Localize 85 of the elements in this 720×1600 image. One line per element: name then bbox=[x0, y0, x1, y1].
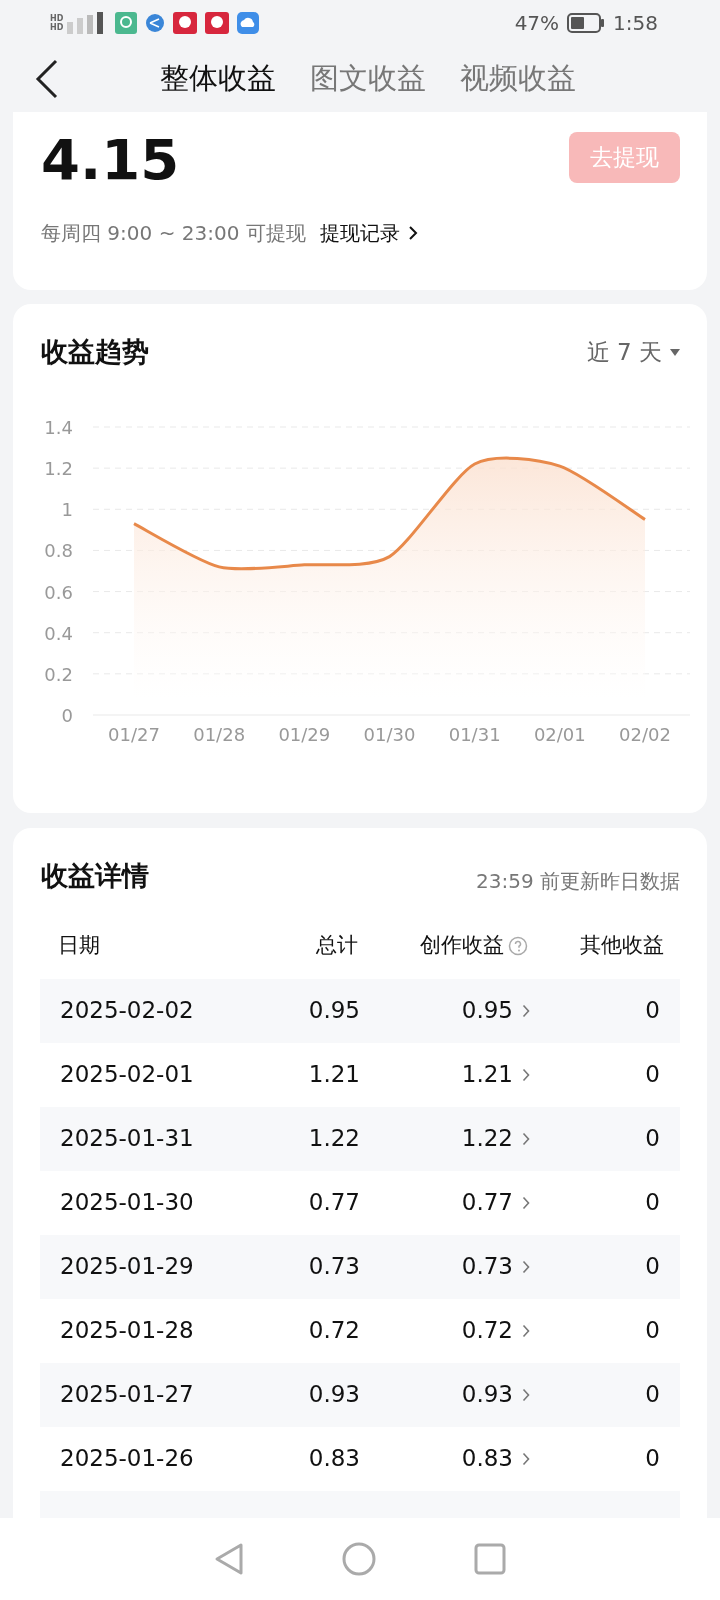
chevron-right-icon bbox=[522, 1131, 530, 1146]
balance-amount: 4.15 bbox=[41, 132, 180, 188]
battery-percent: 47% bbox=[514, 9, 560, 37]
table-cell-text: 2025-01-30 bbox=[60, 1188, 195, 1218]
update-note: 23:59 前更新昨日数据 bbox=[476, 868, 680, 896]
table-cell-text: 2025-01-28 bbox=[60, 1316, 195, 1346]
axis-label: 0.4 bbox=[44, 622, 73, 644]
column-header: 创作收益 bbox=[420, 931, 504, 959]
creation-link[interactable]: 0.95 bbox=[461, 993, 530, 1028]
chevron-right-icon bbox=[522, 1067, 530, 1082]
table-cell-text: 2025-02-01 bbox=[60, 1060, 195, 1090]
section-title: 收益详情 bbox=[41, 859, 149, 893]
axis-label: 1.2 bbox=[44, 457, 73, 479]
table-cell-text: 0.93 bbox=[307, 1380, 360, 1410]
table-cell-text: 2025-01-31 bbox=[60, 1124, 195, 1154]
range-dropdown[interactable]: 近 7 天 bbox=[586, 335, 680, 370]
records-link[interactable]: 提现记录 bbox=[319, 218, 418, 248]
table-cell-text: 2025-02-02 bbox=[60, 996, 195, 1026]
back-nav-icon[interactable] bbox=[214, 1542, 244, 1576]
table-cell-text: 0 bbox=[644, 1380, 660, 1410]
column-header: 其他收益 bbox=[579, 931, 664, 959]
column-header: 总计 bbox=[315, 931, 358, 959]
creation-link[interactable]: 0.77 bbox=[461, 1185, 530, 1220]
table-cell-text: 0.73 bbox=[307, 1252, 360, 1282]
clock: 1:58 bbox=[613, 9, 658, 37]
table-cell-text: 0.72 bbox=[307, 1316, 360, 1346]
home-icon[interactable] bbox=[342, 1542, 376, 1576]
axis-label: 01/28 bbox=[193, 723, 246, 745]
back-icon[interactable] bbox=[34, 57, 60, 100]
table-cell-text: 0.95 bbox=[307, 996, 360, 1026]
axis-label: 01/31 bbox=[448, 723, 501, 745]
table-cell-text: 0 bbox=[644, 1316, 660, 1346]
battery-icon bbox=[567, 12, 606, 33]
table-cell-text: 0 bbox=[644, 1124, 660, 1154]
creation-link[interactable]: 1.22 bbox=[461, 1121, 530, 1156]
section-title: 收益趋势 bbox=[41, 335, 149, 369]
axis-label: 02/01 bbox=[533, 723, 586, 745]
app-icon bbox=[173, 11, 198, 34]
creation-link[interactable]: 0.93 bbox=[461, 1377, 530, 1412]
tab[interactable]: 视频收益 bbox=[443, 56, 593, 101]
table-cell-text: 1.22 bbox=[307, 1124, 360, 1154]
table-cell-text: 0 bbox=[644, 1444, 660, 1474]
table-cell-text: 0 bbox=[644, 996, 660, 1026]
axis-label: 0 bbox=[61, 704, 73, 726]
creation-link[interactable]: 0.83 bbox=[461, 1441, 530, 1476]
network-label: HD bbox=[50, 22, 64, 32]
axis-label: 01/27 bbox=[108, 723, 160, 745]
axis-label: 1 bbox=[61, 498, 73, 520]
table-cell-text: 2025-01-29 bbox=[60, 1252, 195, 1282]
column-header: 日期 bbox=[58, 931, 101, 959]
tab[interactable]: 图文收益 bbox=[293, 56, 443, 101]
table-cell-text: 0 bbox=[644, 1188, 660, 1218]
chevron-right-icon bbox=[522, 1451, 530, 1466]
chevron-right-icon bbox=[522, 1195, 530, 1210]
chevron-right-icon bbox=[522, 1259, 530, 1274]
app-icon bbox=[205, 11, 230, 34]
tab[interactable]: 整体收益 bbox=[143, 56, 293, 101]
axis-label: 0.8 bbox=[44, 539, 73, 561]
schedule-text: 每周四 9:00 ~ 23:00 可提现 bbox=[41, 220, 306, 247]
table-cell-text: 0 bbox=[644, 1060, 660, 1090]
network-label: HD bbox=[50, 13, 64, 23]
axis-label: 02/02 bbox=[619, 723, 671, 745]
table-cell-text: 0.77 bbox=[307, 1188, 360, 1218]
chevron-right-icon bbox=[522, 1323, 530, 1338]
caret-down-icon bbox=[670, 348, 680, 356]
table-cell-text: 2025-01-26 bbox=[60, 1444, 195, 1474]
table-cell-text: 0 bbox=[644, 1252, 660, 1282]
app-icon bbox=[115, 11, 138, 34]
table-cell-text: 2025-01-27 bbox=[60, 1380, 195, 1410]
creation-link[interactable]: 0.72 bbox=[461, 1313, 530, 1348]
axis-label: 01/29 bbox=[278, 723, 331, 745]
cloud-icon bbox=[237, 11, 260, 34]
axis-label: 1.4 bbox=[44, 416, 73, 438]
creation-link[interactable]: 1.21 bbox=[461, 1057, 530, 1092]
chevron-right-icon bbox=[407, 225, 418, 241]
help-icon[interactable] bbox=[508, 935, 528, 956]
recents-icon[interactable] bbox=[474, 1543, 506, 1575]
axis-label: 01/30 bbox=[363, 723, 416, 745]
table-cell-text: 0.83 bbox=[307, 1444, 360, 1474]
table-cell-text: 1.21 bbox=[307, 1060, 360, 1090]
axis-label: 0.2 bbox=[44, 663, 73, 685]
chevron-right-icon bbox=[522, 1387, 530, 1402]
creation-link[interactable]: 0.73 bbox=[461, 1249, 530, 1284]
axis-label: 0.6 bbox=[44, 581, 73, 603]
chevron-right-icon bbox=[522, 1003, 530, 1018]
